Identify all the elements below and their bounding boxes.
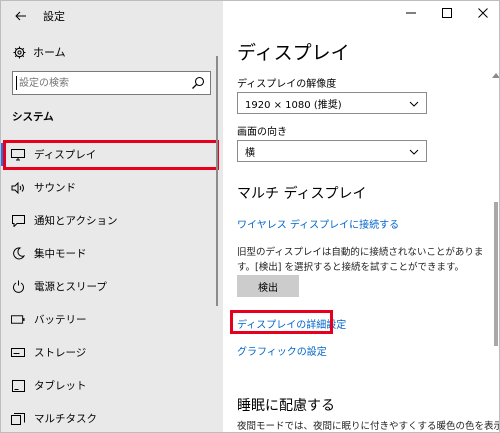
section-title: システム xyxy=(12,111,54,123)
display-icon xyxy=(11,148,25,162)
sidebar-item-label: 集中モード xyxy=(34,248,87,260)
battery-icon xyxy=(11,313,25,327)
home-nav-item[interactable]: ホーム xyxy=(1,39,223,65)
back-arrow-icon xyxy=(15,11,26,21)
sidebar-item-label: タブレット xyxy=(34,380,87,392)
chevron-down-icon xyxy=(409,101,419,107)
minimize-icon xyxy=(406,12,416,14)
orientation-label: 画面の向き xyxy=(237,127,287,138)
sidebar-item-multitasking[interactable]: マルチタスク xyxy=(1,402,223,432)
chevron-down-icon xyxy=(409,149,419,155)
speaker-icon xyxy=(11,181,25,195)
gear-icon xyxy=(12,45,26,59)
orientation-dropdown[interactable]: 横 xyxy=(237,140,427,162)
search-box[interactable] xyxy=(12,71,211,95)
resolution-dropdown[interactable]: 1920 × 1080 (推奨) xyxy=(237,92,427,114)
maximize-button[interactable] xyxy=(429,1,465,25)
active-indicator xyxy=(1,143,4,166)
window-title: 設定 xyxy=(43,10,65,23)
sidebar-item-label: マルチタスク xyxy=(34,413,97,425)
close-button[interactable] xyxy=(465,1,499,25)
moon-icon xyxy=(11,247,25,261)
sidebar-item-label: 電源とスリープ xyxy=(34,281,107,293)
wireless-display-link[interactable]: ワイヤレス ディスプレイに接続する xyxy=(237,216,399,231)
search-icon[interactable] xyxy=(191,76,205,90)
sidebar-nav: ディスプレイ サウンド 通知とアクション 集中モード 電源とスリープ バッテリー… xyxy=(1,138,223,432)
close-icon xyxy=(478,8,488,18)
sidebar-item-power[interactable]: 電源とスリープ xyxy=(1,270,223,303)
minimize-button[interactable] xyxy=(393,1,429,25)
sidebar-item-notifications[interactable]: 通知とアクション xyxy=(1,204,223,237)
search-input[interactable] xyxy=(13,72,183,94)
sidebar-scrollbar[interactable] xyxy=(216,56,218,306)
sidebar-item-label: サウンド xyxy=(34,182,76,194)
sidebar-item-tablet[interactable]: タブレット xyxy=(1,369,223,402)
main-content: ディスプレイ ディスプレイの解像度 1920 × 1080 (推奨) 画面の向き… xyxy=(223,1,500,432)
resolution-label: ディスプレイの解像度 xyxy=(237,79,337,90)
page-title: ディスプレイ xyxy=(237,42,350,64)
advanced-display-link[interactable]: ディスプレイの詳細設定 xyxy=(237,316,346,331)
sidebar-item-battery[interactable]: バッテリー xyxy=(1,303,223,336)
notification-icon xyxy=(11,214,25,228)
scrollbar-thumb[interactable] xyxy=(494,202,498,346)
sidebar-item-label: ディスプレイ xyxy=(34,149,97,161)
sidebar-item-label: 通知とアクション xyxy=(34,215,118,227)
home-label: ホーム xyxy=(33,46,66,59)
detect-description: 旧型のディスプレイは自動的に接続されないことがあります。[検出] を選択すると接… xyxy=(237,247,484,273)
graphics-settings-link[interactable]: グラフィックの設定 xyxy=(237,343,327,358)
sidebar-item-label: バッテリー xyxy=(34,314,87,326)
window-controls xyxy=(393,1,499,25)
sidebar-item-storage[interactable]: ストレージ xyxy=(1,336,223,369)
detect-button[interactable]: 検出 xyxy=(237,275,299,297)
storage-icon xyxy=(11,346,25,360)
multi-display-heading: マルチ ディスプレイ xyxy=(237,186,367,202)
maximize-icon xyxy=(442,8,452,18)
sidebar-item-focus[interactable]: 集中モード xyxy=(1,237,223,270)
back-button[interactable] xyxy=(10,5,32,27)
sidebar: 設定 ホーム システム ディスプレイ xyxy=(1,1,223,432)
sleep-heading: 睡眠に配慮する xyxy=(237,398,335,414)
sleep-description: 夜間モードでは、夜間に眠りに付きやすくする暖色の色を表示で xyxy=(237,421,500,432)
settings-window: 設定 ホーム システム ディスプレイ xyxy=(0,0,500,433)
scroll-up-icon[interactable] xyxy=(491,70,499,80)
power-icon xyxy=(11,280,25,294)
content-scrollbar[interactable] xyxy=(491,56,499,432)
resolution-value: 1920 × 1080 (推奨) xyxy=(245,99,342,111)
sidebar-item-label: ストレージ xyxy=(34,347,87,359)
title-bar: 設定 xyxy=(1,1,223,31)
multitask-icon xyxy=(11,412,25,426)
sidebar-item-sound[interactable]: サウンド xyxy=(1,171,223,204)
tablet-icon xyxy=(11,379,25,393)
orientation-value: 横 xyxy=(245,147,255,159)
sidebar-item-display[interactable]: ディスプレイ xyxy=(1,138,223,171)
